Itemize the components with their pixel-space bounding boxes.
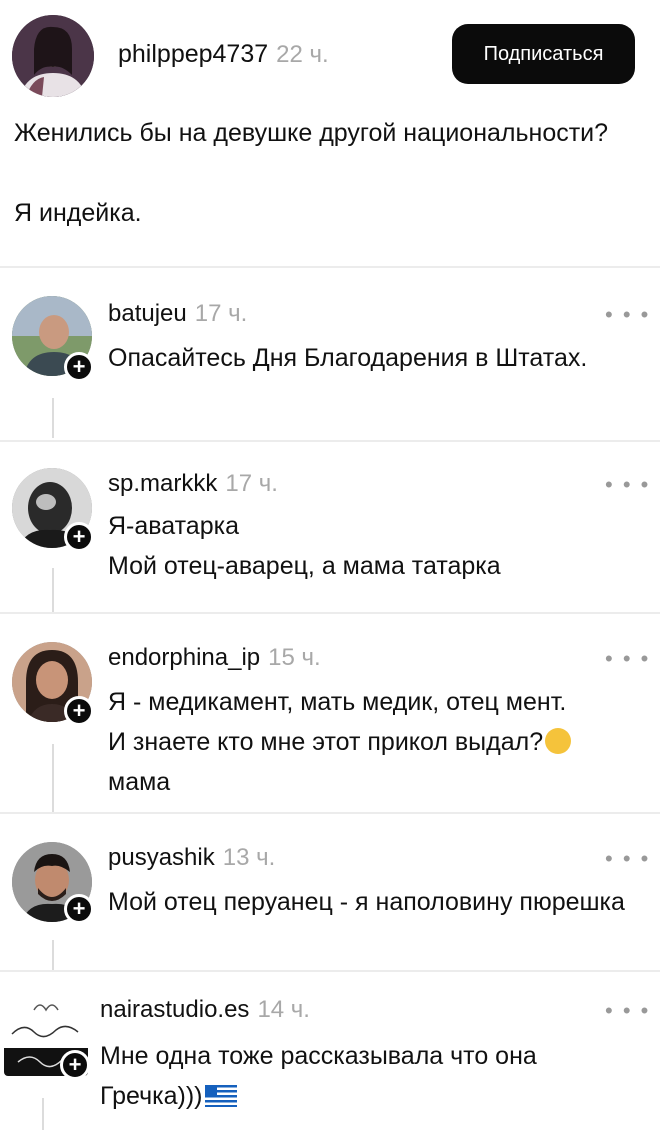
post-header: philppep4737 22 ч. Подписаться: [0, 0, 660, 105]
post-author-avatar[interactable]: [12, 15, 94, 97]
greece-flag-icon: [204, 1085, 237, 1107]
thread-line: [52, 568, 54, 612]
follow-plus-icon[interactable]: +: [64, 352, 94, 382]
comment-text: Мне одна тоже рассказывала что она Гречк…: [100, 1036, 620, 1116]
comment-author-line: batujeu 17 ч.: [108, 300, 247, 328]
comment-username[interactable]: batujeu: [108, 300, 187, 327]
comment-time: 17 ч.: [225, 470, 278, 497]
more-dots-icon[interactable]: • • •: [605, 998, 650, 1024]
comment-text: Я-аватарка Мой отец-аварец, а мама татар…: [108, 506, 648, 586]
comment-author-line: pusyashik 13 ч.: [108, 844, 275, 872]
post-username[interactable]: philppep4737: [118, 40, 268, 68]
comment-line: Мне одна тоже рассказывала что она Гречк…: [100, 1042, 537, 1110]
comment-username[interactable]: pusyashik: [108, 844, 215, 871]
comment-line: мама: [108, 768, 171, 796]
comment-time: 17 ч.: [194, 300, 248, 327]
comment-text: Опасайтесь Дня Благодарения в Штатах.: [108, 338, 648, 378]
comment-line: И знаете кто мне этот прикол выдал?: [108, 728, 544, 756]
follow-plus-icon[interactable]: +: [64, 522, 94, 552]
comment-username[interactable]: nairastudio.es: [100, 996, 249, 1023]
follow-plus-icon[interactable]: +: [64, 696, 94, 726]
comment-line: Я-аватарка: [108, 512, 240, 540]
comment-text: Мой отец перуанец - я наполовину пюрешка: [108, 882, 648, 922]
comment-time: 15 ч.: [268, 644, 321, 671]
comment-author-line: sp.markkk 17 ч.: [108, 470, 278, 498]
post-time: 22 ч.: [276, 41, 329, 68]
more-dots-icon[interactable]: • • •: [605, 302, 650, 328]
comment-line-with-emoji: И знаете кто мне этот прикол выдал?: [108, 722, 648, 762]
comment-item: + batujeu 17 ч. • • • Опасайтесь Дня Благ…: [0, 268, 660, 438]
comment-text: Я - медикамент, мать медик, отец мент. И…: [108, 682, 648, 802]
follow-plus-icon[interactable]: +: [60, 1050, 90, 1080]
comment-username[interactable]: endorphina_ip: [108, 644, 260, 671]
comment-line: Опасайтесь Дня Благодарения в Штатах.: [108, 344, 588, 372]
follow-plus-icon[interactable]: +: [64, 894, 94, 924]
thread-line: [52, 940, 54, 970]
comment-time: 14 ч.: [257, 996, 310, 1023]
post-question: Женились бы на девушке другой национальн…: [14, 119, 609, 147]
comment-item: + pusyashik 13 ч. • • • Мой отец перуанец…: [0, 814, 660, 970]
comment-line: Мой отец перуанец - я наполовину пюрешка: [108, 888, 625, 916]
comment-time: 13 ч.: [222, 844, 276, 871]
thread-line: [42, 1098, 44, 1130]
more-dots-icon[interactable]: • • •: [605, 846, 650, 872]
comment-line: Мой отец-аварец, а мама татарка: [108, 552, 501, 580]
comment-item: + nairastudio.es 14 ч. • • • Мне одна тож…: [0, 972, 660, 1130]
post-body: Я индейка.: [14, 199, 142, 227]
follow-button[interactable]: Подписаться: [452, 24, 635, 84]
more-dots-icon[interactable]: • • •: [605, 646, 650, 672]
comment-item: + sp.markkk 17 ч. • • • Я-аватарка Мой от…: [0, 442, 660, 612]
comment-author-line: endorphina_ip 15 ч.: [108, 644, 321, 672]
comment-username[interactable]: sp.markkk: [108, 470, 217, 497]
thread-line: [52, 744, 54, 812]
post-author-line: philppep4737 22 ч.: [118, 40, 329, 69]
comment-line: Я - медикамент, мать медик, отец мент.: [108, 688, 567, 716]
comment-item: + endorphina_ip 15 ч. • • • Я - медикамен…: [0, 614, 660, 812]
laughing-emoji-icon: [545, 728, 572, 754]
more-dots-icon[interactable]: • • •: [605, 472, 650, 498]
thread-line: [52, 398, 54, 438]
comment-author-line: nairastudio.es 14 ч.: [100, 996, 310, 1024]
